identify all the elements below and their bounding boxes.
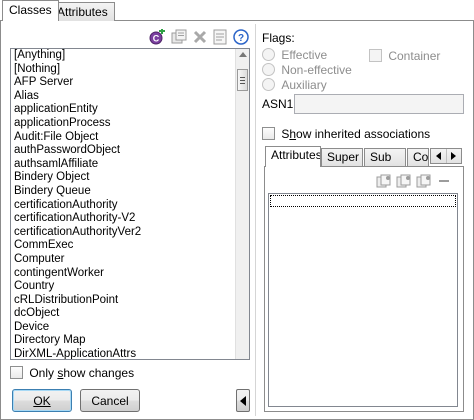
splitter[interactable]: [255, 24, 256, 416]
list-item[interactable]: applicationProcess: [11, 117, 249, 131]
minus-icon[interactable]: [438, 174, 454, 188]
non-effective-radio[interactable]: [262, 63, 275, 77]
list-item[interactable]: contingentWorker: [11, 267, 249, 281]
tab-assoc-co[interactable]: Co: [407, 148, 429, 166]
only-show-changes-label: Only show changes: [29, 366, 134, 380]
list-item[interactable]: Audit:File Object: [11, 131, 249, 145]
auxiliary-label: Auxiliary: [281, 77, 327, 92]
show-inherited-checkbox[interactable]: [262, 127, 275, 141]
list-item[interactable]: authPasswordObject: [11, 144, 249, 158]
top-tab-bar: Classes Attributes: [0, 0, 474, 21]
class-list[interactable]: [Anything] [Nothing] AFP Server Alias applic…: [10, 48, 250, 360]
effective-radio[interactable]: [262, 48, 275, 62]
list-item[interactable]: Country: [11, 280, 249, 294]
list-item[interactable]: [Nothing]: [11, 63, 249, 77]
association-list[interactable]: [268, 193, 458, 407]
list-item[interactable]: cRLDistributionPoint: [11, 294, 249, 308]
list-item[interactable]: Alias: [11, 90, 249, 104]
asn1-label: ASN1:: [262, 97, 297, 111]
list-item[interactable]: DirXML-ApplicationAttrs: [11, 348, 249, 359]
list-item[interactable]: certificationAuthorityVer2: [11, 226, 249, 240]
only-show-changes-text-b: how changes: [63, 365, 135, 380]
tab-assoc-sub[interactable]: Sub: [364, 148, 406, 166]
list-item[interactable]: authsamlAffiliate: [11, 158, 249, 172]
flags-title: Flags:: [262, 31, 295, 45]
list-item[interactable]: AFP Server: [11, 76, 249, 90]
add-attribute-icon[interactable]: [376, 174, 392, 188]
list-item[interactable]: Bindery Queue: [11, 185, 249, 199]
svg-text:?: ?: [238, 33, 244, 44]
collapse-panel-button[interactable]: [236, 389, 250, 412]
show-inherited-text-b: ow inherited associations: [296, 126, 431, 141]
new-class-icon[interactable]: C: [148, 28, 166, 46]
only-show-changes-row[interactable]: Only show changes: [10, 365, 134, 380]
only-show-changes-text-a: Only: [29, 365, 58, 380]
properties-icon[interactable]: [170, 28, 188, 46]
flag-auxiliary[interactable]: Auxiliary: [262, 77, 327, 92]
tab-classes[interactable]: Classes: [2, 0, 59, 21]
tab-scroll-right-icon[interactable]: [447, 149, 462, 163]
list-item[interactable]: applicationEntity: [11, 103, 249, 117]
flag-non-effective[interactable]: Non-effective: [262, 62, 352, 77]
arrow-left-icon: [240, 395, 246, 406]
delete-icon[interactable]: [191, 28, 209, 46]
show-inherited-label: Show inherited associations: [281, 127, 430, 141]
list-item[interactable]: Device: [11, 321, 249, 335]
scroll-up-arrow-icon[interactable]: [239, 52, 247, 57]
notes-icon[interactable]: [211, 28, 229, 46]
list-item[interactable]: dcObject: [11, 307, 249, 321]
tab-assoc-attributes[interactable]: Attributes: [265, 146, 321, 167]
list-item[interactable]: Computer: [11, 253, 249, 267]
auxiliary-radio[interactable]: [262, 78, 275, 92]
list-item[interactable]: CommExec: [11, 239, 249, 253]
edit-attribute-icon[interactable]: [396, 174, 412, 188]
flag-effective[interactable]: Effective: [262, 47, 327, 62]
container-checkbox[interactable]: [369, 49, 382, 63]
tab-scroll-left-icon[interactable]: [431, 149, 447, 163]
ok-button-label: OK: [33, 393, 51, 408]
svg-text:C: C: [153, 34, 160, 44]
flag-container[interactable]: Container: [369, 48, 440, 63]
container-label: Container: [388, 48, 441, 63]
list-item[interactable]: Directory Map: [11, 334, 249, 348]
non-effective-label: Non-effective: [281, 62, 352, 77]
list-item[interactable]: certificationAuthority-V2: [11, 212, 249, 226]
remove-attribute-icon[interactable]: [416, 174, 432, 188]
asn1-field[interactable]: [294, 94, 464, 114]
tab-assoc-super[interactable]: Super: [321, 148, 363, 166]
class-list-scrollbar[interactable]: [235, 49, 249, 359]
list-item[interactable]: [Anything]: [11, 49, 249, 63]
association-list-focus-row[interactable]: [270, 195, 456, 207]
class-list-items: [Anything] [Nothing] AFP Server Alias applic…: [11, 49, 249, 359]
help-icon[interactable]: ?: [232, 28, 250, 46]
cancel-button-label: Cancel: [91, 393, 129, 408]
tab-attributes[interactable]: Attributes: [50, 2, 115, 21]
list-item[interactable]: certificationAuthority: [11, 199, 249, 213]
show-inherited-row[interactable]: Show inherited associations: [262, 126, 430, 141]
cancel-button[interactable]: Cancel: [80, 389, 140, 412]
tab-scroll-buttons: [430, 148, 462, 164]
list-item[interactable]: Bindery Object: [11, 171, 249, 185]
only-show-changes-checkbox[interactable]: [10, 366, 23, 380]
effective-label: Effective: [281, 47, 328, 62]
scrollbar-thumb[interactable]: [237, 69, 248, 91]
ok-button[interactable]: OK: [12, 389, 72, 412]
